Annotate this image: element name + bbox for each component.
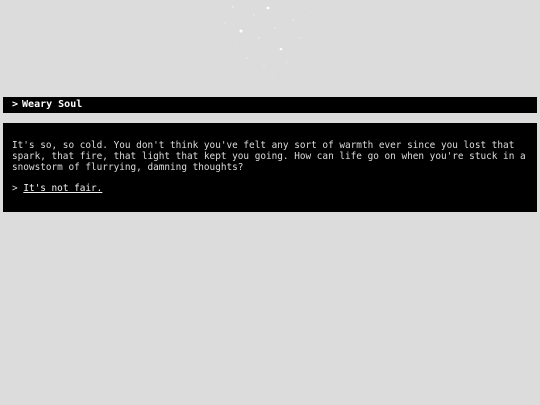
choice-link-its-not-fair[interactable]: It's not fair.	[23, 183, 102, 194]
snowflake	[266, 6, 270, 10]
passage-title: Weary Soul	[22, 99, 83, 110]
snowflake	[224, 22, 226, 24]
snowflake	[274, 27, 276, 29]
snowflake	[258, 37, 260, 39]
title-prompt-symbol: >	[12, 99, 19, 110]
snowflake	[299, 37, 301, 39]
choice-item: > It's not fair.	[12, 183, 528, 194]
passage-text: It's so, so cold. You don't think you've…	[12, 140, 526, 173]
snowflake	[304, 71, 306, 73]
snowflake	[228, 63, 230, 65]
passage-title-bar: > Weary Soul	[3, 97, 537, 113]
snowflake	[286, 61, 288, 63]
passage-content-box: It's so, so cold. You don't think you've…	[3, 123, 537, 212]
snowfall-decoration	[224, 6, 311, 79]
snowflake	[309, 11, 311, 13]
snowflake	[246, 57, 248, 59]
snowflake	[272, 77, 274, 79]
snowflake	[235, 45, 237, 47]
snowflake	[239, 29, 243, 33]
snowflake	[279, 47, 283, 51]
snowflake	[232, 6, 234, 8]
choice-prompt-symbol: >	[12, 183, 18, 194]
snowflake	[263, 65, 265, 67]
snowflake	[292, 19, 294, 21]
snowflake	[253, 14, 255, 16]
